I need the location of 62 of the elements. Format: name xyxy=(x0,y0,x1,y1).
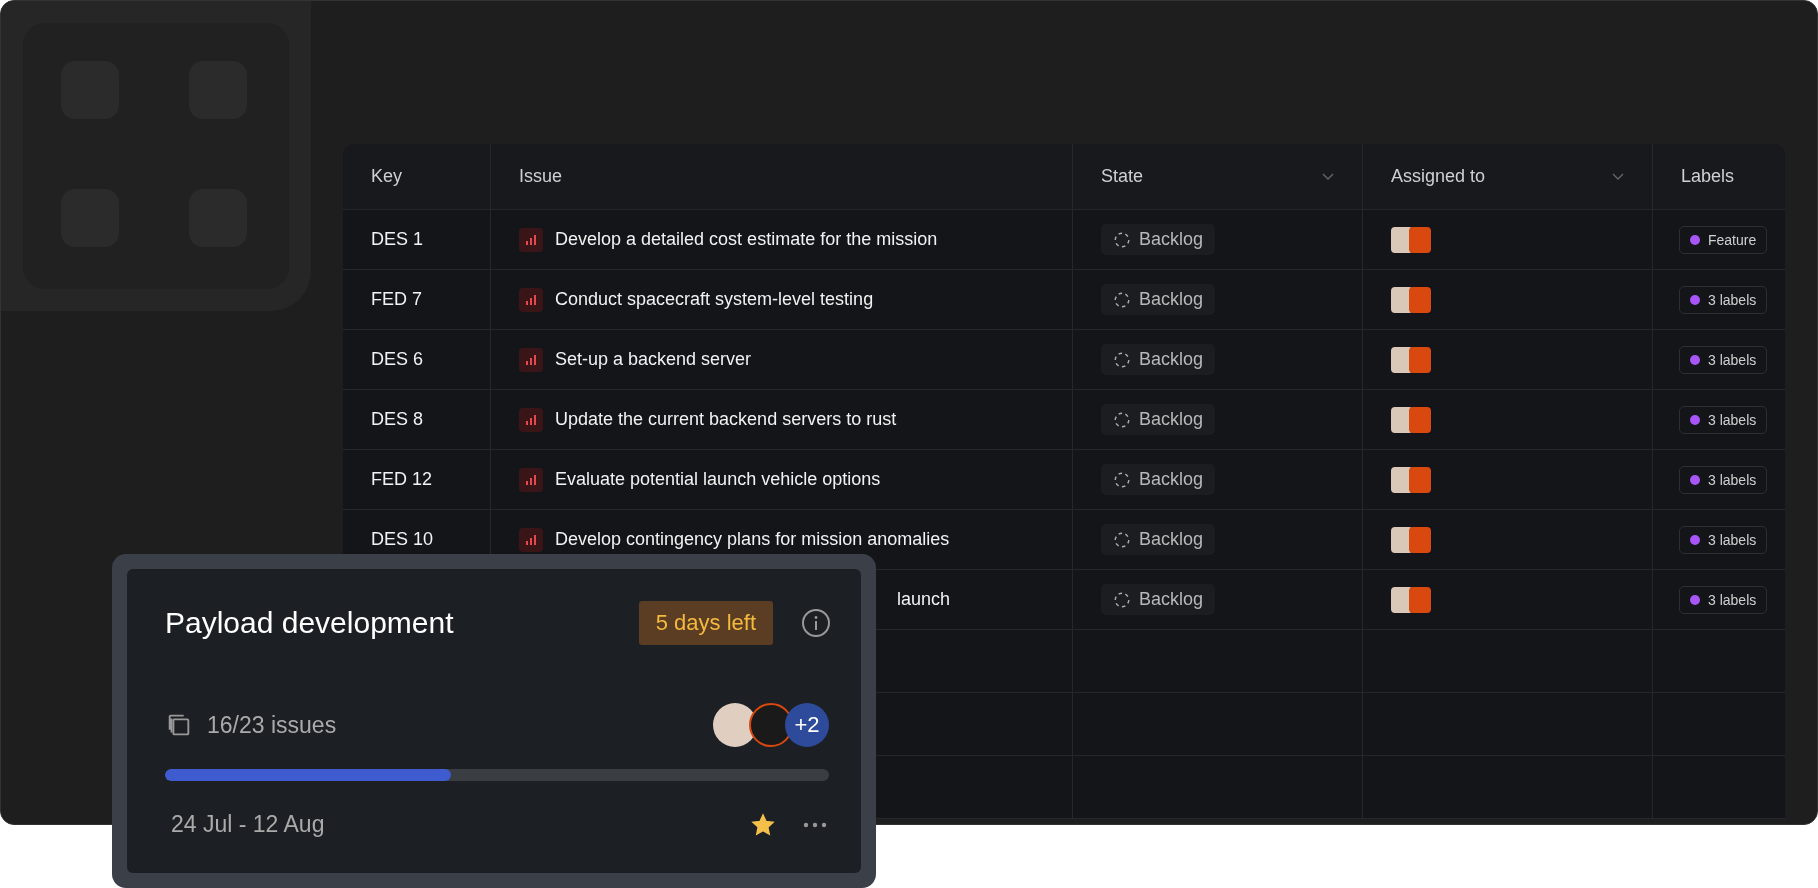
label-tag[interactable]: 3 labels xyxy=(1679,465,1768,494)
column-header[interactable]: Labels xyxy=(1681,166,1735,187)
avatar-group[interactable] xyxy=(1391,526,1431,553)
avatar-group[interactable] xyxy=(1391,466,1431,493)
column-header[interactable]: Issue xyxy=(519,166,563,187)
backlog-icon xyxy=(1113,230,1131,249)
issue-title[interactable]: Develop contingency plans for mission anomalies xyxy=(555,529,950,550)
issue-title[interactable]: Update the current backend servers to rust xyxy=(555,409,897,430)
issue-key: DES 10 xyxy=(371,529,434,550)
state-pill[interactable]: Backlog xyxy=(1101,404,1216,435)
priority-icon xyxy=(519,467,543,492)
issue-key: DES 8 xyxy=(371,409,424,430)
date-range: 24 Jul - 12 Aug xyxy=(171,811,326,838)
priority-icon xyxy=(519,227,543,252)
issue-count: 16/23 issues xyxy=(207,711,338,739)
backlog-icon xyxy=(1113,410,1131,429)
avatar-group[interactable] xyxy=(1391,286,1431,313)
priority-icon xyxy=(519,287,543,312)
label-tag[interactable]: 3 labels xyxy=(1679,405,1768,434)
priority-icon xyxy=(519,407,543,432)
priority-icon xyxy=(519,347,543,372)
info-icon[interactable] xyxy=(801,608,831,638)
avatar-group[interactable] xyxy=(1391,226,1431,253)
issue-key: FED 7 xyxy=(371,289,422,310)
backlog-icon xyxy=(1113,530,1131,549)
label-tag[interactable]: 3 labels xyxy=(1679,585,1768,614)
issue-key: DES 1 xyxy=(371,229,424,250)
label-tag[interactable]: 3 labels xyxy=(1679,525,1768,554)
chevron-down-icon[interactable] xyxy=(1612,172,1624,181)
issue-title[interactable]: launch xyxy=(897,589,951,610)
label-tag[interactable]: 3 labels xyxy=(1679,345,1768,374)
issue-title[interactable]: Evaluate potential launch vehicle options xyxy=(555,469,881,490)
label-tag[interactable]: 3 labels xyxy=(1679,285,1768,314)
state-pill[interactable]: Backlog xyxy=(1101,284,1216,315)
cycle-title: Payload development xyxy=(165,606,455,640)
column-header[interactable]: State xyxy=(1101,166,1144,187)
backlog-icon xyxy=(1113,590,1131,609)
column-header[interactable]: Key xyxy=(371,166,403,187)
state-pill[interactable]: Backlog xyxy=(1101,524,1216,555)
chevron-down-icon[interactable] xyxy=(1322,172,1334,181)
state-pill[interactable]: Backlog xyxy=(1101,464,1216,495)
state-pill[interactable]: Backlog xyxy=(1101,224,1216,255)
issue-key: FED 12 xyxy=(371,469,433,490)
state-pill[interactable]: Backlog xyxy=(1101,584,1216,615)
days-left-badge: 5 days left xyxy=(638,601,773,645)
avatar-group[interactable] xyxy=(1391,346,1431,373)
issue-title[interactable]: Develop a detailed cost estimate for the mission xyxy=(555,229,938,250)
issue-key: DES 6 xyxy=(371,349,424,370)
more-members-badge[interactable]: +2 xyxy=(785,703,829,747)
state-pill[interactable]: Backlog xyxy=(1101,344,1216,375)
more-icon[interactable] xyxy=(803,821,827,828)
column-header[interactable]: Assigned to xyxy=(1391,166,1486,187)
backlog-icon xyxy=(1113,350,1131,369)
issue-title[interactable]: Set-up a backend server xyxy=(555,349,752,370)
issue-title[interactable]: Conduct spacecraft system-level testing xyxy=(555,289,874,310)
priority-icon xyxy=(519,527,543,552)
avatar-group[interactable] xyxy=(1391,586,1431,613)
label-tag[interactable]: Feature xyxy=(1679,225,1768,254)
star-icon[interactable] xyxy=(751,812,775,837)
avatar-group[interactable] xyxy=(1391,406,1431,433)
backlog-icon xyxy=(1113,470,1131,489)
backlog-icon xyxy=(1113,290,1131,309)
